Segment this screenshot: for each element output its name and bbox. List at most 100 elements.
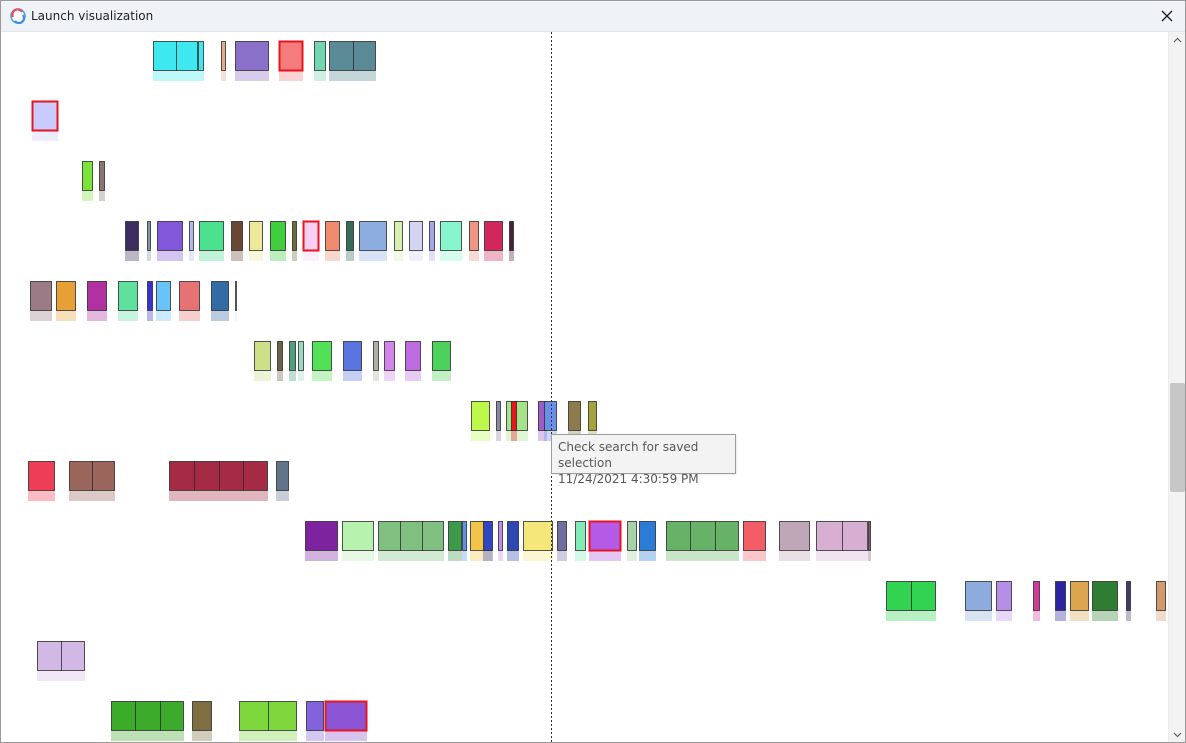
launch-block[interactable] <box>125 221 139 262</box>
launch-block[interactable] <box>99 161 105 202</box>
launch-block[interactable] <box>28 461 55 502</box>
launch-block[interactable] <box>239 701 297 741</box>
launch-block[interactable] <box>312 341 332 382</box>
launch-block[interactable] <box>69 461 115 501</box>
launch-block[interactable] <box>394 221 403 262</box>
launch-block[interactable] <box>432 341 451 382</box>
launch-block[interactable] <box>276 461 289 502</box>
launch-block[interactable] <box>440 221 462 262</box>
launch-block[interactable] <box>302 220 320 262</box>
launch-block[interactable] <box>462 521 467 562</box>
launch-block[interactable] <box>639 521 656 562</box>
launch-block[interactable] <box>509 221 514 262</box>
launch-block[interactable] <box>314 41 326 82</box>
launch-block[interactable] <box>666 521 739 561</box>
block-shadow <box>254 371 271 381</box>
launch-block[interactable] <box>56 281 76 322</box>
scroll-up-button[interactable] <box>1169 32 1185 48</box>
launch-block[interactable] <box>169 461 268 501</box>
launch-block[interactable] <box>305 521 338 562</box>
launch-block[interactable] <box>511 401 517 442</box>
launch-block[interactable] <box>779 521 810 562</box>
launch-block[interactable] <box>231 221 243 262</box>
launch-block[interactable] <box>342 521 374 562</box>
vertical-scrollbar[interactable] <box>1168 32 1185 742</box>
launch-block[interactable] <box>743 521 766 562</box>
launch-block[interactable] <box>278 40 304 82</box>
launch-block[interactable] <box>1070 581 1089 622</box>
launch-block[interactable] <box>346 221 354 262</box>
launch-block[interactable] <box>965 581 992 622</box>
launch-block[interactable] <box>1156 581 1166 622</box>
block-body <box>343 341 362 371</box>
launch-block[interactable] <box>198 41 204 82</box>
hover-tooltip: Check search for saved selection 11/24/2… <box>551 434 736 486</box>
launch-block[interactable] <box>496 401 501 442</box>
launch-block[interactable] <box>343 341 362 382</box>
launch-block[interactable] <box>156 281 171 322</box>
launch-block[interactable] <box>588 520 622 562</box>
launch-block[interactable] <box>1092 581 1118 622</box>
launch-block[interactable] <box>292 221 297 262</box>
launch-block[interactable] <box>153 41 198 81</box>
launch-block[interactable] <box>289 341 296 382</box>
launch-block[interactable] <box>118 281 138 322</box>
launch-block[interactable] <box>1126 581 1131 622</box>
launch-block[interactable] <box>816 521 868 561</box>
launch-block[interactable] <box>298 341 304 382</box>
launch-block[interactable] <box>192 701 212 742</box>
launch-block[interactable] <box>507 521 519 562</box>
scroll-thumb[interactable] <box>1170 383 1185 492</box>
launch-block[interactable] <box>211 281 229 322</box>
launch-block[interactable] <box>469 221 479 262</box>
launch-block[interactable] <box>82 161 93 202</box>
launch-block[interactable] <box>557 521 567 562</box>
launch-block[interactable] <box>157 221 183 262</box>
block-body <box>506 401 528 431</box>
launch-block[interactable] <box>189 221 194 262</box>
launch-block[interactable] <box>484 221 503 262</box>
launch-block[interactable] <box>270 221 286 262</box>
launch-block[interactable] <box>1055 581 1066 622</box>
launch-block[interactable] <box>471 401 490 442</box>
launch-block[interactable] <box>429 221 435 262</box>
launch-block[interactable] <box>1033 581 1040 622</box>
launch-block[interactable] <box>405 341 421 382</box>
launch-block[interactable] <box>199 221 224 262</box>
launch-block[interactable] <box>37 641 85 681</box>
launch-block[interactable] <box>409 221 423 262</box>
launch-block[interactable] <box>378 521 444 561</box>
launch-block[interactable] <box>306 701 324 742</box>
launch-block[interactable] <box>483 521 493 562</box>
launch-block[interactable] <box>523 521 553 562</box>
launch-block[interactable] <box>87 281 107 322</box>
launch-block[interactable] <box>448 521 462 562</box>
launch-block[interactable] <box>498 521 503 562</box>
launch-block[interactable] <box>111 701 184 741</box>
launch-block[interactable] <box>147 221 151 262</box>
launch-block[interactable] <box>235 41 269 82</box>
close-button[interactable] <box>1149 1 1185 31</box>
launch-block[interactable] <box>31 100 59 142</box>
launch-block[interactable] <box>373 341 379 382</box>
launch-block[interactable] <box>329 41 376 81</box>
launch-block[interactable] <box>384 341 395 382</box>
launch-block[interactable] <box>325 221 340 262</box>
launch-block[interactable] <box>30 281 52 322</box>
launch-block[interactable] <box>627 521 637 562</box>
launch-block[interactable] <box>996 581 1012 622</box>
launch-block[interactable] <box>886 581 936 621</box>
launch-block[interactable] <box>249 221 263 262</box>
launch-block[interactable] <box>359 221 387 262</box>
launch-block[interactable] <box>324 700 368 742</box>
visualization-canvas[interactable] <box>1 32 1168 742</box>
launch-block[interactable] <box>868 521 871 562</box>
launch-block[interactable] <box>277 341 283 382</box>
launch-block[interactable] <box>575 521 586 562</box>
scroll-down-button[interactable] <box>1169 727 1185 742</box>
launch-block[interactable] <box>254 341 271 382</box>
launch-block[interactable] <box>179 281 200 322</box>
launch-block[interactable] <box>147 281 153 322</box>
launch-block[interactable] <box>235 281 237 322</box>
launch-block[interactable] <box>221 41 226 82</box>
